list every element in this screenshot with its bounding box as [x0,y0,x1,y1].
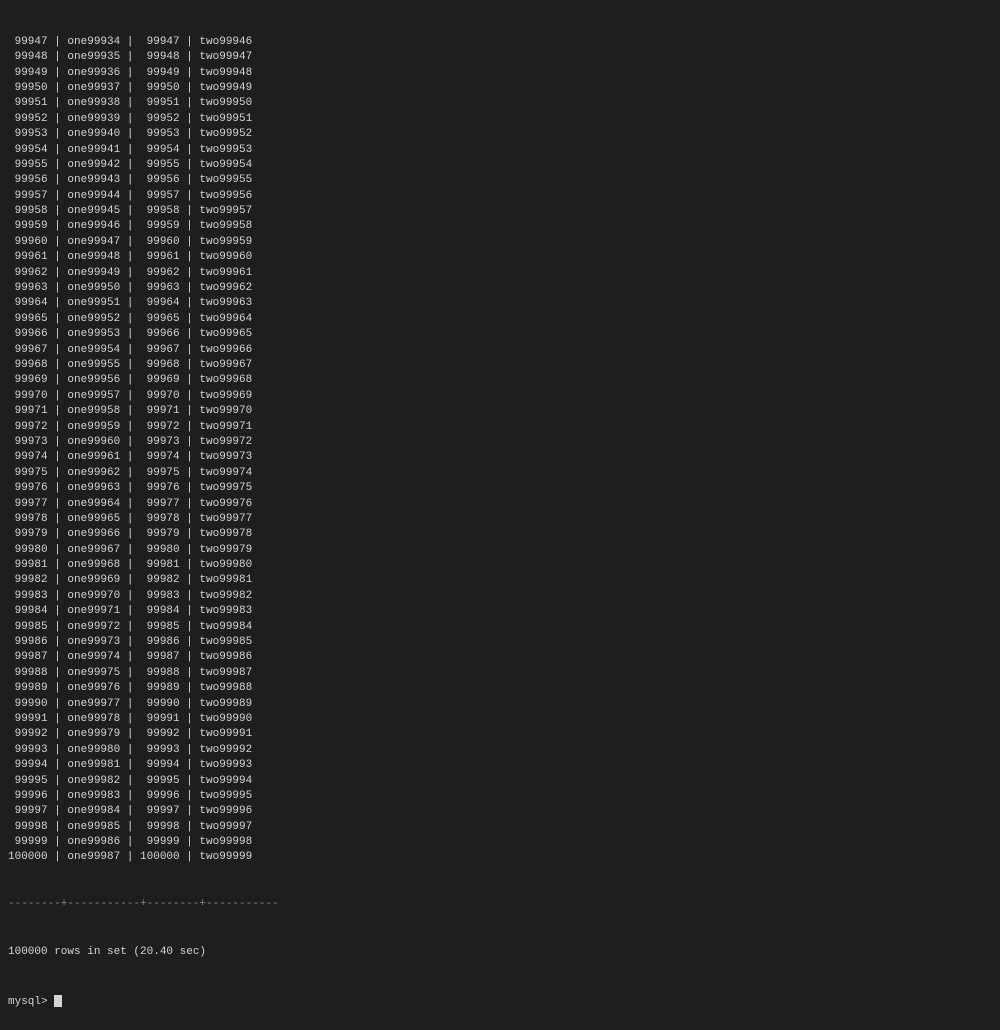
table-row: 99982 | one99969 | 99982 | two99981 [8,573,992,588]
mysql-prompt[interactable]: mysql> [8,995,992,1010]
table-row: 99966 | one99953 | 99966 | two99965 [8,327,992,342]
query-summary: 100000 rows in set (20.40 sec) [8,945,992,960]
table-row: 99979 | one99966 | 99979 | two99978 [8,527,992,542]
table-row: 99951 | one99938 | 99951 | two99950 [8,96,992,111]
table-row: 99992 | one99979 | 99992 | two99991 [8,727,992,742]
table-row: 99989 | one99976 | 99989 | two99988 [8,681,992,696]
table-row: 99969 | one99956 | 99969 | two99968 [8,373,992,388]
table-row: 99987 | one99974 | 99987 | two99986 [8,650,992,665]
table-row: 99948 | one99935 | 99948 | two99947 [8,50,992,65]
table-row: 99971 | one99958 | 99971 | two99970 [8,404,992,419]
table-row: 99984 | one99971 | 99984 | two99983 [8,604,992,619]
table-row: 99950 | one99937 | 99950 | two99949 [8,81,992,96]
table-row: 99947 | one99934 | 99947 | two99946 [8,35,992,50]
table-row: 99975 | one99962 | 99975 | two99974 [8,466,992,481]
table-separator: --------+-----------+--------+----------… [8,897,992,912]
table-row: 99967 | one99954 | 99967 | two99966 [8,343,992,358]
terminal: 99947 | one99934 | 99947 | two99946 9994… [0,0,1000,1030]
table-row: 99959 | one99946 | 99959 | two99958 [8,219,992,234]
table-row: 99952 | one99939 | 99952 | two99951 [8,112,992,127]
table-row: 99983 | one99970 | 99983 | two99982 [8,589,992,604]
table-output: 99947 | one99934 | 99947 | two99946 9994… [8,35,992,866]
table-row: 99960 | one99947 | 99960 | two99959 [8,235,992,250]
table-row: 99974 | one99961 | 99974 | two99973 [8,450,992,465]
table-row: 99973 | one99960 | 99973 | two99972 [8,435,992,450]
table-row: 99949 | one99936 | 99949 | two99948 [8,66,992,81]
table-row: 99958 | one99945 | 99958 | two99957 [8,204,992,219]
table-row: 99996 | one99983 | 99996 | two99995 [8,789,992,804]
table-row: 99957 | one99944 | 99957 | two99956 [8,189,992,204]
table-row: 99970 | one99957 | 99970 | two99969 [8,389,992,404]
table-row: 99978 | one99965 | 99978 | two99977 [8,512,992,527]
table-row: 99976 | one99963 | 99976 | two99975 [8,481,992,496]
table-row: 99998 | one99985 | 99998 | two99997 [8,820,992,835]
table-row: 99981 | one99968 | 99981 | two99980 [8,558,992,573]
table-row: 99963 | one99950 | 99963 | two99962 [8,281,992,296]
table-row: 99993 | one99980 | 99993 | two99992 [8,743,992,758]
table-row: 99997 | one99984 | 99997 | two99996 [8,804,992,819]
table-row: 99999 | one99986 | 99999 | two99998 [8,835,992,850]
table-row: 99980 | one99967 | 99980 | two99979 [8,543,992,558]
table-row: 99986 | one99973 | 99986 | two99985 [8,635,992,650]
table-row: 99994 | one99981 | 99994 | two99993 [8,758,992,773]
table-row: 99953 | one99940 | 99953 | two99952 [8,127,992,142]
table-row: 99972 | one99959 | 99972 | two99971 [8,420,992,435]
table-row: 99961 | one99948 | 99961 | two99960 [8,250,992,265]
table-row: 99985 | one99972 | 99985 | two99984 [8,620,992,635]
table-row: 99968 | one99955 | 99968 | two99967 [8,358,992,373]
table-row: 99964 | one99951 | 99964 | two99963 [8,296,992,311]
table-row: 99954 | one99941 | 99954 | two99953 [8,143,992,158]
table-row: 100000 | one99987 | 100000 | two99999 [8,850,992,865]
table-row: 99990 | one99977 | 99990 | two99989 [8,697,992,712]
table-row: 99965 | one99952 | 99965 | two99964 [8,312,992,327]
table-row: 99991 | one99978 | 99991 | two99990 [8,712,992,727]
table-row: 99955 | one99942 | 99955 | two99954 [8,158,992,173]
table-row: 99988 | one99975 | 99988 | two99987 [8,666,992,681]
table-row: 99956 | one99943 | 99956 | two99955 [8,173,992,188]
table-row: 99962 | one99949 | 99962 | two99961 [8,266,992,281]
table-row: 99995 | one99982 | 99995 | two99994 [8,774,992,789]
table-row: 99977 | one99964 | 99977 | two99976 [8,497,992,512]
cursor [54,995,62,1007]
